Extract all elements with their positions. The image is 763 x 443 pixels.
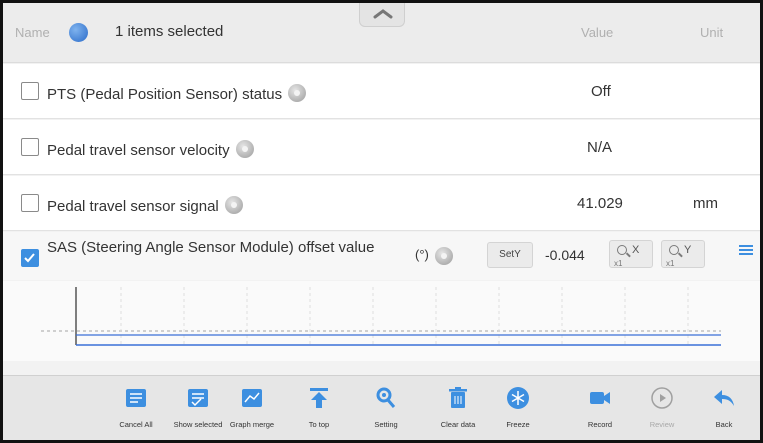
record-button[interactable]: Record [569, 380, 631, 438]
info-icon[interactable] [235, 140, 254, 158]
to-top-button[interactable]: To top [288, 380, 350, 438]
unit-column-header: Unit [700, 25, 724, 40]
back-icon [714, 390, 734, 406]
toolbar-label: To top [308, 420, 330, 429]
toolbar-label: Review [649, 420, 675, 429]
sety-button[interactable]: SetY [487, 242, 533, 268]
review-button[interactable]: Review [631, 380, 693, 438]
toolbar-label: Graph merge [229, 420, 275, 429]
row-label: PTS (Pedal Position Sensor) status [47, 84, 307, 103]
info-icon[interactable] [224, 196, 243, 214]
selected-list-item[interactable]: SAS (Steering Angle Sensor Module) offse… [3, 232, 760, 280]
row-label: Pedal travel sensor velocity [47, 140, 254, 159]
row-value: N/A [587, 139, 613, 156]
menu-lines-icon[interactable] [737, 241, 755, 259]
setting-icon [376, 387, 396, 408]
info-icon[interactable] [435, 247, 453, 265]
info-icon[interactable] [288, 84, 307, 102]
back-button[interactable]: Back [693, 380, 755, 438]
freeze-button[interactable]: Freeze [487, 380, 549, 438]
data-stream-screen: Name 1 items selected Value Unit PTS (Pe… [3, 3, 760, 440]
globe-icon[interactable] [69, 23, 88, 42]
name-column-header[interactable]: Name [15, 25, 50, 40]
toolbar-label: Clear data [440, 420, 476, 429]
zoom-y-multiplier: x1 [666, 259, 675, 268]
freeze-icon [507, 387, 529, 409]
graph-merge-icon [242, 389, 262, 407]
zoom-icon [669, 245, 679, 255]
row-checkbox[interactable] [21, 82, 39, 100]
show-selected-icon [188, 389, 208, 407]
collapse-handle[interactable] [359, 3, 405, 27]
row-checkbox[interactable] [21, 194, 39, 212]
list-item[interactable]: PTS (Pedal Position Sensor) status Off [3, 64, 760, 119]
cancel-all-button[interactable]: Cancel All [105, 380, 167, 438]
clear-data-button[interactable]: Clear data [427, 380, 489, 438]
cancel-all-icon [126, 389, 146, 407]
row-value: -0.044 [545, 247, 585, 263]
record-icon [590, 392, 610, 404]
selection-count: 1 items selected [115, 23, 224, 40]
clear-data-icon [449, 387, 467, 408]
row-checkbox[interactable] [21, 138, 39, 156]
row-label: SAS (Steering Angle Sensor Module) offse… [47, 239, 375, 256]
graph-canvas [21, 283, 721, 359]
to-top-icon [310, 388, 328, 408]
list-item[interactable]: Pedal travel sensor signal 41.029 mm [3, 176, 760, 231]
bottom-toolbar: Cancel All Show selected Graph merge To … [3, 375, 760, 440]
checkmark-icon [24, 253, 35, 263]
chevron-up-icon [373, 9, 393, 19]
row-unit: mm [693, 195, 718, 212]
row-unit: (°) [415, 247, 429, 262]
row-label: Pedal travel sensor signal [47, 196, 243, 215]
zoom-x-label: X [632, 244, 640, 256]
row-value: Off [591, 83, 611, 100]
list-item[interactable]: Pedal travel sensor velocity N/A [3, 120, 760, 175]
value-column-header: Value [581, 25, 614, 40]
row-value: 41.029 [577, 195, 623, 212]
toolbar-label: Freeze [506, 420, 530, 429]
setting-button[interactable]: Setting [355, 380, 417, 438]
zoom-x-multiplier: x1 [614, 259, 623, 268]
graph-merge-button[interactable]: Graph merge [221, 380, 283, 438]
toolbar-label: Record [587, 420, 613, 429]
zoom-y-button[interactable]: Y x1 [661, 240, 705, 268]
toolbar-label: Cancel All [119, 420, 153, 429]
row-checkbox-checked[interactable] [21, 249, 39, 267]
zoom-x-button[interactable]: X x1 [609, 240, 653, 268]
show-selected-button[interactable]: Show selected [167, 380, 229, 438]
zoom-y-label: Y [684, 244, 692, 256]
toolbar-label: Setting [374, 420, 398, 429]
toolbar-label: Show selected [173, 420, 223, 429]
zoom-icon [617, 245, 627, 255]
data-graph [3, 281, 760, 361]
review-icon [651, 387, 673, 409]
toolbar-label: Back [715, 420, 733, 429]
